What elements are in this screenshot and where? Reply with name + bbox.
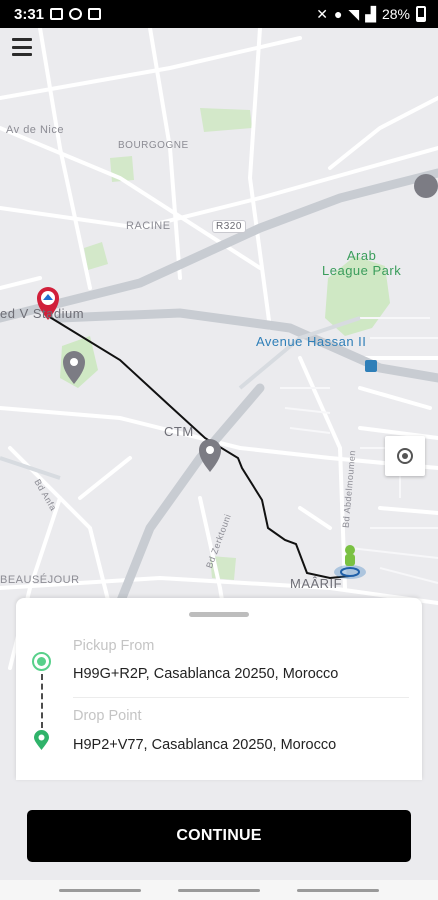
map-label-racine: RACINE [126, 220, 171, 232]
status-time: 3:31 [14, 5, 45, 23]
menu-bar-icon [12, 38, 32, 41]
divider [73, 697, 409, 698]
continue-button[interactable]: CONTINUE [27, 810, 411, 862]
menu-bar-icon [12, 45, 32, 49]
map-label-ctm: CTM [164, 424, 194, 439]
nav-recents-button[interactable] [297, 888, 380, 892]
pickup-label: Pickup From [73, 638, 155, 654]
map-label-stadium: ed V Stadium [0, 306, 85, 321]
drop-pin-icon [34, 730, 49, 750]
signal-icon: ▟ [365, 5, 376, 22]
map-label-beausejour: BEAUSÉJOUR [0, 574, 80, 586]
camera-pin-icon[interactable] [414, 174, 438, 198]
system-nav-bar [0, 880, 438, 900]
battery-percent: 28% [381, 6, 410, 22]
message-icon [88, 8, 102, 20]
my-location-button[interactable] [385, 436, 425, 476]
map-label-maarif: MAÂRIF [290, 576, 343, 591]
nav-back-button[interactable] [58, 888, 141, 892]
drop-label: Drop Point [73, 708, 142, 724]
sheet-drag-handle[interactable] [189, 612, 249, 617]
status-bar: 3:31 ✕ ● ◥ ▟ 28% [0, 0, 438, 28]
route-connector [41, 674, 43, 728]
trip-details-sheet: Pickup From H99G+R2P, Casablanca 20250, … [16, 598, 422, 780]
ctm-pin-icon[interactable] [199, 439, 221, 472]
nav-home-button[interactable] [177, 888, 260, 892]
crosshair-icon [397, 448, 413, 464]
mute-icon: ✕ [316, 5, 328, 22]
map-label-r320: R320 [212, 220, 246, 233]
battery-icon [416, 6, 426, 22]
map-label-bourgogne: BOURGOGNE [118, 140, 189, 151]
menu-button[interactable] [12, 38, 32, 56]
drop-address[interactable]: H9P2+V77, Casablanca 20250, Morocco [73, 737, 336, 753]
transit-icon [365, 360, 377, 372]
map-label-av-de-nice: Av de Nice [6, 124, 64, 136]
map-label-arab-league-park: Arab League Park [322, 248, 402, 278]
menu-bar-icon [12, 53, 32, 56]
pickup-dot-icon [32, 652, 51, 671]
pickup-address[interactable]: H99G+R2P, Casablanca 20250, Morocco [73, 666, 338, 682]
wifi-icon: ◥ [348, 5, 360, 22]
gallery-icon [50, 8, 64, 20]
map-label-avenue-hassan: Avenue Hassan II [256, 334, 367, 349]
location-icon: ● [333, 6, 343, 22]
whatsapp-icon [69, 8, 83, 20]
